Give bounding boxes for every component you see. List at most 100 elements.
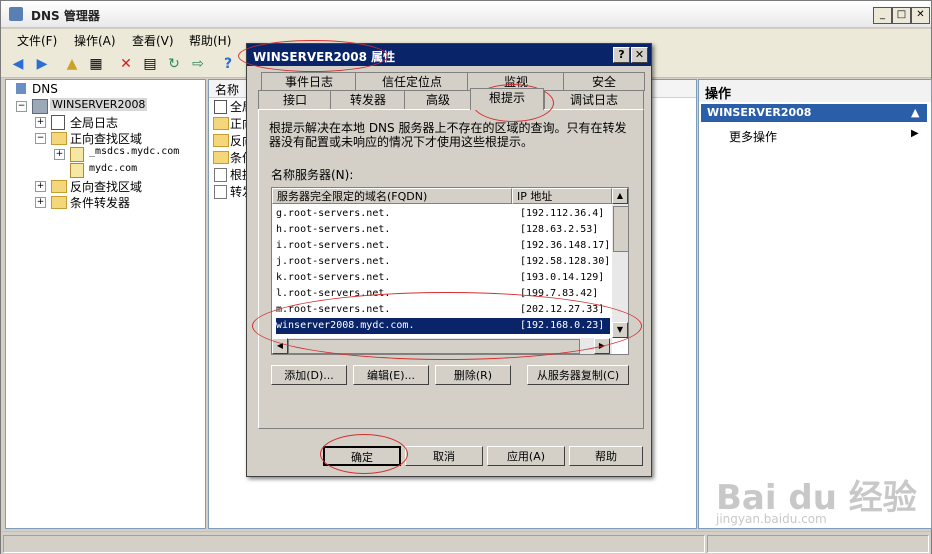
title-bar: DNS 管理器 _ □ ✕ [1,1,931,28]
refresh-icon[interactable]: ↻ [165,55,183,73]
copy-from-server-button[interactable]: 从服务器复制(C) [527,365,629,385]
name-servers-list[interactable]: 服务器完全限定的域名(FQDN) IP 地址 g.root-servers.ne… [271,187,629,355]
ok-button[interactable]: 确定 [323,446,401,466]
list-item[interactable]: i.root-servers.net. [192.36.148.17] [276,238,610,254]
expand-icon[interactable]: + [35,181,46,192]
status-panel [707,535,929,553]
help-icon[interactable]: ? [219,55,237,73]
list-item[interactable]: m.root-servers.net. [202.12.27.33] [276,302,606,318]
up-folder-icon[interactable]: ▲ [63,55,81,73]
watermark-url: jingyan.baidu.com [716,512,827,526]
ip-cell: [192.36.148.17] [520,240,611,251]
menu-file[interactable]: 文件(F) [17,32,57,49]
properties-dialog: WINSERVER2008 属性 ? ✕ 事件日志 信任定位点 监视 安全 接口… [246,43,652,477]
scroll-right-icon[interactable]: ▶ [594,338,610,354]
delete-button[interactable]: 删除(R) [435,365,511,385]
fqdn-cell: l.root-servers.net. [276,288,391,299]
column-name-label: 名称 [215,83,240,97]
collapse-up-icon[interactable]: ▲ [911,106,919,119]
column-ip[interactable]: IP 地址 [512,188,612,204]
tree-zone-msdcs[interactable]: _msdcs.mydc.com [89,146,179,157]
menu-view[interactable]: 查看(V) [132,32,174,49]
tab-security[interactable]: 安全 [563,72,645,91]
expand-icon[interactable]: + [35,197,46,208]
ip-cell: [199.7.83.42] [520,288,599,299]
more-actions-link[interactable]: 更多操作 [729,128,777,145]
back-icon[interactable]: ◀ [9,55,27,73]
close-button[interactable]: ✕ [911,7,930,24]
folder-icon [51,132,67,145]
expand-icon[interactable]: + [35,117,46,128]
help-button[interactable]: 帮助 [569,446,643,466]
dns-app-icon [9,7,23,21]
ip-cell: [202.12.27.33] [520,304,605,315]
actions-server-section[interactable]: WINSERVER2008 ▲ [701,104,927,122]
ip-cell: [192.58.128.30] [520,256,611,267]
tab-event-log[interactable]: 事件日志 [261,72,357,91]
cancel-button[interactable]: 取消 [405,446,483,466]
tab-forwarders[interactable]: 转发器 [330,90,406,109]
tab-advanced[interactable]: 高级 [404,90,472,109]
properties-icon[interactable]: ▤ [141,55,159,73]
status-bar [1,531,931,554]
window-title: DNS 管理器 [31,9,100,23]
scroll-up-icon[interactable]: ▲ [612,188,628,204]
name-servers-label: 名称服务器(N): [271,168,354,182]
dialog-close-button[interactable]: ✕ [631,47,648,63]
server-icon [32,99,48,114]
scroll-left-icon[interactable]: ◀ [272,338,288,354]
collapse-icon[interactable]: − [16,101,27,112]
tab-root-hints[interactable]: 根提示 [470,88,544,110]
zone-icon [70,147,84,162]
edit-button[interactable]: 编辑(E)... [353,365,429,385]
scroll-thumb[interactable] [288,339,580,354]
folder-icon [51,196,67,209]
delete-icon[interactable]: ✕ [117,55,135,73]
folder-icon [51,180,67,193]
list-item[interactable]: k.root-servers.net. [193.0.14.129] [276,270,606,286]
menu-action[interactable]: 操作(A) [74,32,116,49]
menu-help[interactable]: 帮助(H) [189,32,231,49]
scroll-down-icon[interactable]: ▼ [612,322,628,338]
list-item[interactable]: l.root-servers.net. [199.7.83.42] [276,286,606,302]
maximize-button[interactable]: □ [892,7,911,24]
list-item[interactable]: j.root-servers.net. [192.58.128.30] [276,254,610,270]
add-button[interactable]: 添加(D)... [271,365,347,385]
log-icon [214,100,227,114]
tree-zone-mydc[interactable]: mydc.com [89,163,137,174]
tab-trust-anchors[interactable]: 信任定位点 [355,72,469,91]
document-icon [214,185,227,199]
ip-cell: [193.0.14.129] [520,272,605,283]
tree-forward-zones[interactable]: 正向查找区域 [70,130,142,147]
tab-debug-logging[interactable]: 调试日志 [544,90,644,109]
dialog-help-button[interactable]: ? [613,47,630,63]
expand-icon[interactable]: + [54,149,65,160]
column-fqdn[interactable]: 服务器完全限定的域名(FQDN) [272,188,512,204]
tree-conditional-forwarders[interactable]: 条件转发器 [70,194,130,211]
tree-reverse-zones[interactable]: 反向查找区域 [70,178,142,195]
ip-cell: [192.168.0.23] [520,320,605,331]
tree-server[interactable]: WINSERVER2008 [50,98,148,111]
folder-icon [213,151,229,164]
vertical-scrollbar[interactable]: ▲ ▼ [612,188,629,338]
list-item[interactable]: h.root-servers.net. [128.63.2.53] [276,222,606,238]
scroll-thumb[interactable] [613,206,629,252]
export-icon[interactable]: ⇨ [189,55,207,73]
tree-global-logs[interactable]: 全局日志 [70,114,118,131]
list-item-selected[interactable]: winserver2008.mydc.com. [192.168.0.23] [276,318,610,334]
tree-root-dns[interactable]: DNS [32,82,58,96]
actions-header: 操作 [699,80,931,102]
minimize-button[interactable]: _ [873,7,892,24]
horizontal-scrollbar[interactable]: ◀ ▶ [272,338,612,354]
tab-interfaces[interactable]: 接口 [258,90,332,109]
apply-button[interactable]: 应用(A) [487,446,565,466]
console-tree: DNS − WINSERVER2008 + 全局日志 − 正向查找区域 + _m… [5,79,206,529]
log-icon [51,115,65,130]
ip-cell: [192.112.36.4] [520,208,605,219]
show-tree-icon[interactable]: ▦ [87,55,105,73]
list-item[interactable]: g.root-servers.net. [192.112.36.4] [276,206,606,222]
fqdn-cell: k.root-servers.net. [276,272,391,283]
collapse-icon[interactable]: − [35,133,46,144]
root-hints-description: 根提示解决在本地 DNS 服务器上不存在的区域的查询。只有在转发器没有配置或未响… [269,121,627,149]
forward-icon[interactable]: ▶ [33,55,51,73]
